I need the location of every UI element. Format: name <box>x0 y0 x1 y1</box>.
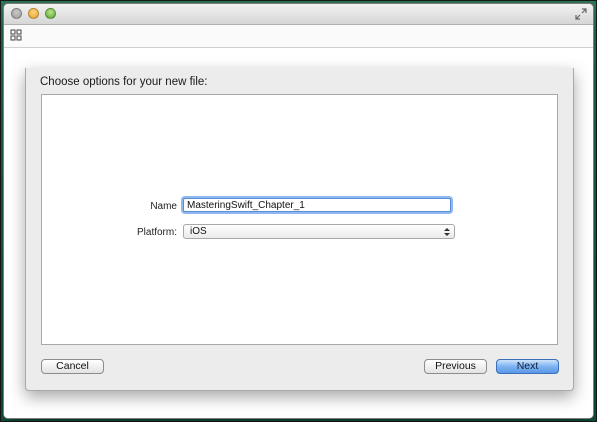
previous-button[interactable]: Previous <box>424 359 487 374</box>
close-icon[interactable] <box>11 8 22 19</box>
platform-select[interactable]: iOS <box>183 224 455 239</box>
minimize-icon[interactable] <box>28 8 39 19</box>
grid-icon[interactable] <box>10 29 22 41</box>
new-file-options-sheet: Choose options for your new file: Name P… <box>25 68 574 391</box>
window-content: Choose options for your new file: Name P… <box>4 48 593 418</box>
platform-label: Platform: <box>136 227 177 238</box>
platform-value: iOS <box>190 226 207 237</box>
toolbar <box>4 25 593 48</box>
name-field[interactable] <box>183 198 451 212</box>
app-window: Choose options for your new file: Name P… <box>3 3 594 419</box>
updown-arrows-icon <box>444 228 450 236</box>
zoom-icon[interactable] <box>45 8 56 19</box>
cancel-button[interactable]: Cancel <box>41 359 104 374</box>
name-label: Name <box>150 201 177 212</box>
title-bar[interactable] <box>4 4 593 25</box>
platform-row: Platform: iOS <box>42 223 557 243</box>
options-panel: Name Platform: iOS <box>41 94 558 345</box>
sheet-title: Choose options for your new file: <box>40 76 208 88</box>
fullscreen-icon[interactable] <box>575 8 587 20</box>
next-button[interactable]: Next <box>496 359 559 374</box>
name-row: Name <box>42 197 557 217</box>
window-controls <box>11 8 56 19</box>
